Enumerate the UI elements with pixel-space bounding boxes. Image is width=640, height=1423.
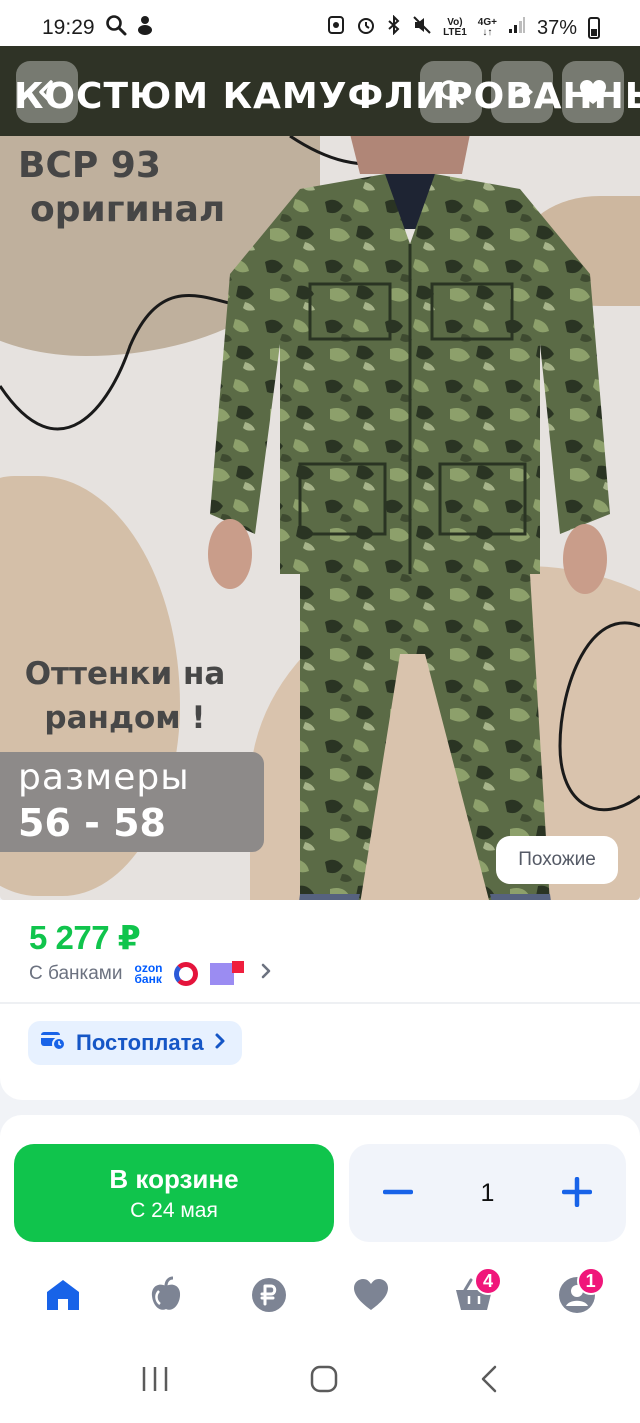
screenshot-icon [327,15,345,41]
ruble-icon [251,1277,287,1318]
nav-cart[interactable]: 4 [444,1267,504,1327]
share-icon [507,77,537,107]
in-cart-button[interactable]: В корзине С 24 мая [14,1144,334,1242]
apple-icon [148,1276,184,1319]
bluetooth-icon [387,14,401,41]
search-button[interactable] [420,61,482,123]
network-4g-indicator: 4G+ ↓↑ [477,17,497,38]
in-cart-title: В корзине [109,1163,239,1194]
back-nav-button[interactable] [478,1364,500,1399]
alarm-icon [356,15,376,41]
nav-finance[interactable] [239,1267,299,1327]
battery-icon [588,17,600,39]
postpay-label: Постоплата [76,1030,204,1055]
quantity-value: 1 [480,1178,495,1207]
sizes-box: размеры 56 - 58 [0,752,264,852]
product-image[interactable]: КОСТЮМ КАМУФЛИРОВАННЫЙ ВСР 93 оригинал О… [0,46,640,900]
heart-icon [578,78,608,106]
increase-quantity-button[interactable] [561,1171,593,1215]
back-button[interactable] [16,61,78,123]
home-icon [44,1277,82,1318]
chevron-right-icon [214,1030,226,1056]
heart-icon [352,1278,390,1317]
volte-indicator: Vo) LTE1 [443,17,467,38]
mute-icon [412,15,432,41]
signal-icon [508,16,526,40]
system-navigation-bar [0,1340,640,1423]
card-clock-icon [40,1029,66,1057]
postpay-button[interactable]: Постоплата [28,1021,242,1065]
nav-fresh[interactable] [136,1267,196,1327]
search-icon [105,14,127,42]
battery-percent: 37% [536,16,577,39]
nav-favorites[interactable] [341,1267,401,1327]
quantity-stepper: 1 [349,1144,626,1242]
status-time: 19:29 [42,16,95,39]
price-card: 5 277 ₽ С банками ozon банк Постоплата [0,900,640,1100]
bank-offers-row[interactable]: С банками ozon банк [29,961,272,986]
nav-profile[interactable]: 1 [547,1267,607,1327]
recent-apps-button[interactable] [140,1365,170,1398]
promo-model: ВСР 93 оригинал [18,145,226,230]
notification-app-icon [135,14,155,42]
share-button[interactable] [491,61,553,123]
divider [0,1002,640,1004]
decrease-quantity-button[interactable] [382,1171,414,1215]
promo-shades: Оттенки на рандом ! [24,656,226,736]
favorite-button[interactable] [562,61,624,123]
arrow-left-icon [33,78,61,106]
delivery-date: С 24 мая [130,1198,218,1222]
cart-badge: 4 [473,1267,502,1295]
bottom-navigation: 4 1 [0,1260,640,1334]
profile-badge: 1 [576,1267,605,1295]
product-price: 5 277 ₽ [29,919,141,956]
chevron-right-icon [260,962,272,986]
banks-label: С банками [29,963,123,984]
search-icon [436,77,466,107]
similar-button[interactable]: Похожие [496,836,618,884]
home-button[interactable] [309,1364,339,1399]
bank-logo-circle [174,962,199,986]
ozon-bank-logo: ozon банк [134,961,163,986]
bank-logo-square [210,961,245,985]
nav-home[interactable] [33,1267,93,1327]
